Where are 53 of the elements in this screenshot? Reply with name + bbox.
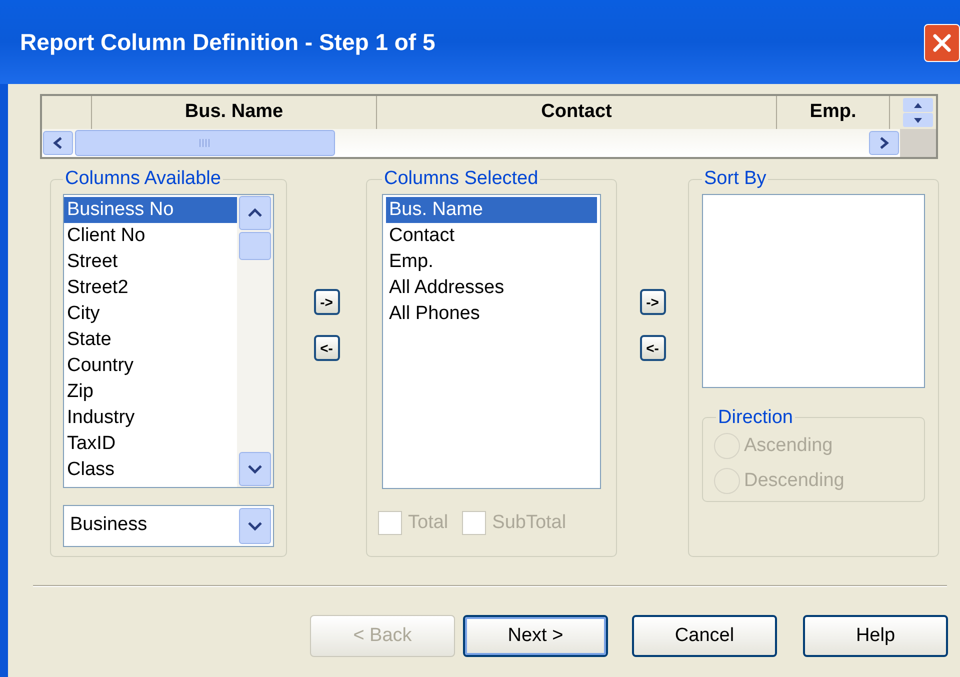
list-item[interactable]: State <box>64 326 237 352</box>
dialog-button[interactable]: Next > <box>463 615 608 657</box>
list-item[interactable]: Emp. <box>386 248 597 274</box>
dropdown-value: Business <box>70 513 148 538</box>
group-label: Sort By <box>703 167 768 191</box>
list-item[interactable]: Zip <box>64 378 237 404</box>
list-item[interactable]: TaxID <box>64 430 237 456</box>
move-button[interactable]: -> <box>640 289 666 315</box>
list-item[interactable]: Country <box>64 352 237 378</box>
group-label: Columns Selected <box>383 167 540 191</box>
list-item[interactable]: City <box>64 300 237 326</box>
dialog-button[interactable]: Help <box>803 615 948 657</box>
up-arrow-icon <box>914 102 922 108</box>
scroll-right-button[interactable] <box>869 131 899 155</box>
chevron-right-icon <box>879 137 889 149</box>
scroll-thumb[interactable] <box>239 232 271 260</box>
move-button[interactable]: <- <box>314 335 340 361</box>
checkbox-label: Total <box>408 510 448 534</box>
vertical-scrollbar[interactable] <box>237 194 273 486</box>
scroll-left-button[interactable] <box>43 131 73 155</box>
list-item[interactable]: Street <box>64 248 237 274</box>
category-dropdown[interactable]: Business <box>63 504 274 546</box>
close-icon <box>932 33 952 53</box>
scroll-down-button[interactable] <box>239 452 271 486</box>
close-button[interactable] <box>924 24 960 62</box>
checkbox-label: SubTotal <box>492 510 566 534</box>
move-button[interactable]: -> <box>314 289 340 315</box>
radio-label: Ascending <box>744 434 833 458</box>
group-label: Columns Available <box>64 167 222 191</box>
window-title: Report Column Definition - Step 1 of 5 <box>20 28 436 57</box>
chevron-down-icon <box>248 520 262 530</box>
dialog-button[interactable]: Cancel <box>632 615 777 657</box>
list-item[interactable]: Industry <box>64 404 237 430</box>
list-item[interactable]: All Phones <box>386 300 597 326</box>
move-button[interactable]: <- <box>640 335 666 361</box>
list-item[interactable]: Contact <box>386 222 597 248</box>
grip-icon <box>199 139 211 147</box>
list-item[interactable]: Class <box>64 456 237 482</box>
chevron-down-icon <box>248 464 262 474</box>
list-item[interactable]: Street2 <box>64 274 237 300</box>
list-item[interactable]: Client No <box>64 222 237 248</box>
list-item[interactable]: Business No <box>64 196 237 222</box>
down-arrow-icon <box>914 118 922 122</box>
scroll-thumb[interactable] <box>75 130 335 156</box>
spin-buttons[interactable] <box>900 96 936 129</box>
scroll-up-button[interactable] <box>239 196 271 230</box>
radio-label: Descending <box>744 468 844 492</box>
chevron-left-icon <box>53 137 63 149</box>
horizontal-scrollbar[interactable] <box>42 129 900 157</box>
list-item[interactable]: Bus. Name <box>386 196 597 222</box>
list-item[interactable]: All Addresses <box>386 274 597 300</box>
chevron-up-icon <box>248 208 262 218</box>
group-label: Direction <box>717 406 794 430</box>
